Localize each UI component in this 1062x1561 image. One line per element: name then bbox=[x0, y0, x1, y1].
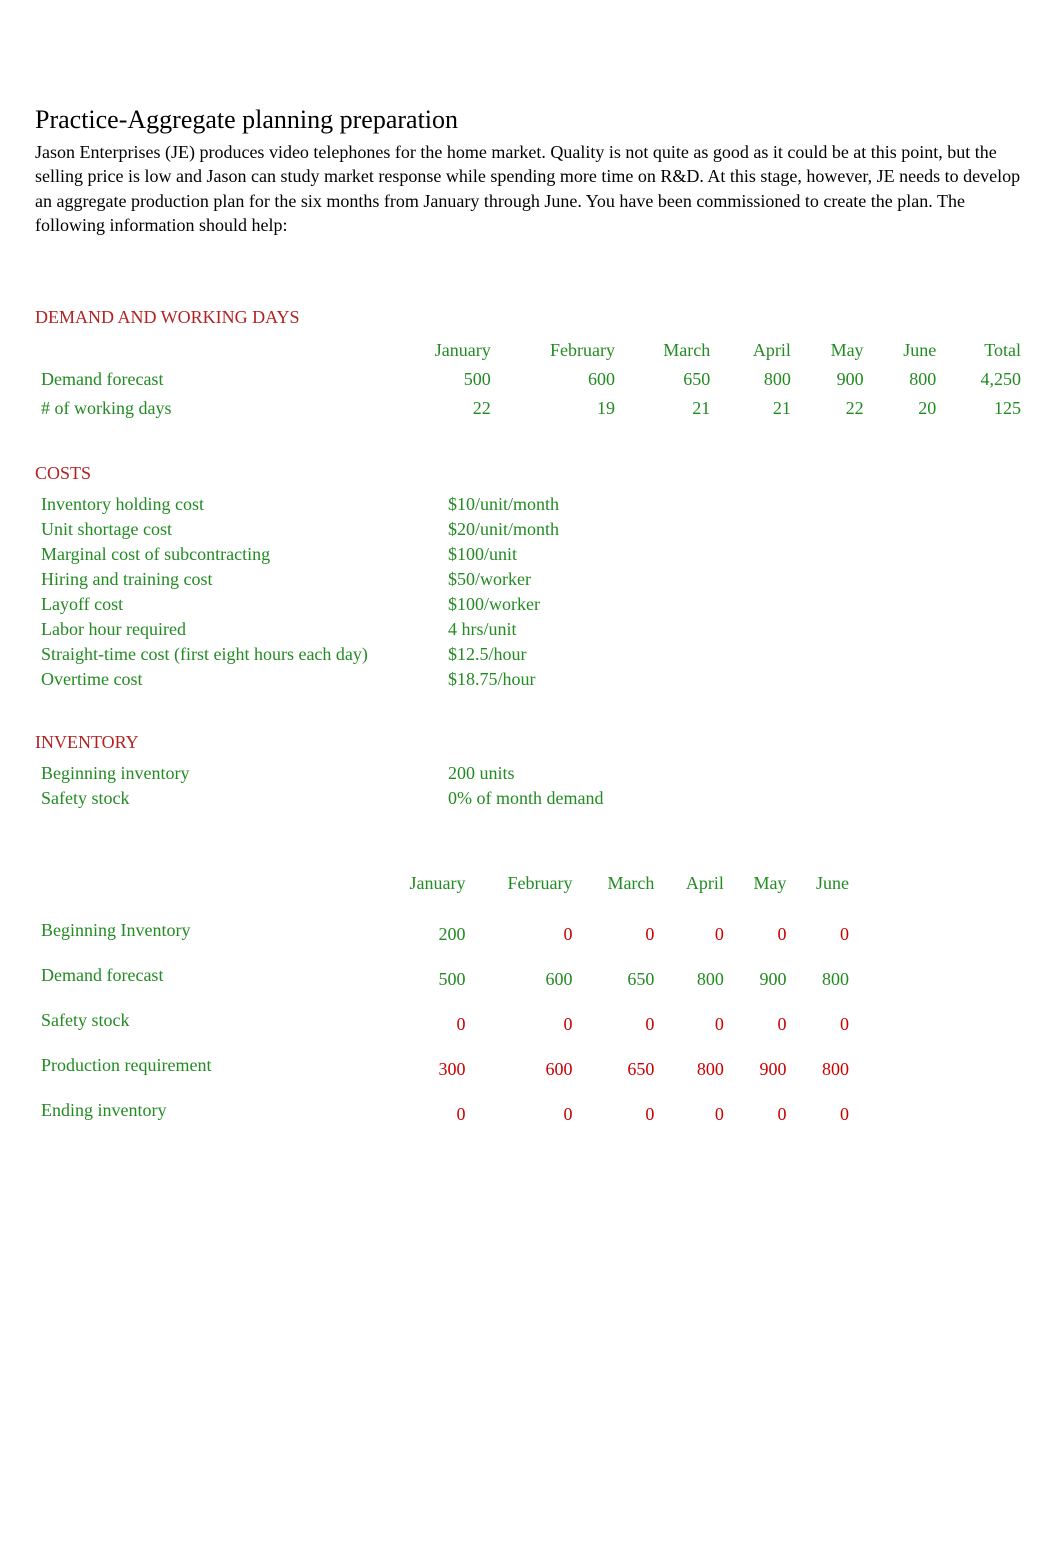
cost-label: Unit shortage cost bbox=[35, 517, 442, 542]
cell: 800 bbox=[870, 365, 943, 394]
cell: 900 bbox=[730, 957, 793, 1002]
cell: 800 bbox=[660, 1047, 729, 1092]
cell: 600 bbox=[471, 957, 578, 1002]
cell: 650 bbox=[578, 957, 660, 1002]
cell: 21 bbox=[716, 394, 797, 423]
cell: 650 bbox=[621, 365, 716, 394]
inventory-label: Safety stock bbox=[35, 786, 442, 811]
cell: 0 bbox=[730, 1092, 793, 1137]
col-april: April bbox=[660, 861, 729, 912]
cost-value: $50/worker bbox=[442, 567, 1027, 592]
cost-label: Inventory holding cost bbox=[35, 492, 442, 517]
costs-table: Inventory holding cost$10/unit/month Uni… bbox=[35, 492, 1027, 692]
inventory-value: 200 units bbox=[442, 761, 1027, 786]
cell: 800 bbox=[716, 365, 797, 394]
section-costs-header: COSTS bbox=[35, 463, 1027, 484]
cost-value: $20/unit/month bbox=[442, 517, 1027, 542]
cell: 0 bbox=[792, 1002, 855, 1047]
cell: 0 bbox=[660, 1092, 729, 1137]
col-june: June bbox=[792, 861, 855, 912]
cell: 0 bbox=[730, 912, 793, 957]
row-label: Ending inventory bbox=[35, 1092, 377, 1137]
cost-label: Marginal cost of subcontracting bbox=[35, 542, 442, 567]
row-label: Demand forecast bbox=[35, 365, 387, 394]
cell: 600 bbox=[497, 365, 621, 394]
cell: 0 bbox=[792, 912, 855, 957]
cell: 0 bbox=[578, 1092, 660, 1137]
cell: 0 bbox=[471, 912, 578, 957]
cost-label: Overtime cost bbox=[35, 667, 442, 692]
cost-label: Hiring and training cost bbox=[35, 567, 442, 592]
cost-value: $12.5/hour bbox=[442, 642, 1027, 667]
cell: 0 bbox=[578, 912, 660, 957]
col-february: February bbox=[497, 336, 621, 365]
cell: 20 bbox=[870, 394, 943, 423]
page-title: Practice-Aggregate planning preparation bbox=[35, 105, 1027, 135]
inventory-label: Beginning inventory bbox=[35, 761, 442, 786]
row-label: # of working days bbox=[35, 394, 387, 423]
cell: 900 bbox=[797, 365, 870, 394]
cell: 125 bbox=[942, 394, 1027, 423]
cost-value: $100/unit bbox=[442, 542, 1027, 567]
col-may: May bbox=[797, 336, 870, 365]
col-january: January bbox=[377, 861, 471, 912]
cell: 900 bbox=[730, 1047, 793, 1092]
cell: 0 bbox=[377, 1092, 471, 1137]
cell: 0 bbox=[730, 1002, 793, 1047]
row-label: Safety stock bbox=[35, 1002, 377, 1047]
cell: 4,250 bbox=[942, 365, 1027, 394]
cell: 300 bbox=[377, 1047, 471, 1092]
row-label: Beginning Inventory bbox=[35, 912, 377, 957]
cell: 19 bbox=[497, 394, 621, 423]
cell: 500 bbox=[387, 365, 497, 394]
cost-label: Labor hour required bbox=[35, 617, 442, 642]
cell: 21 bbox=[621, 394, 716, 423]
cost-value: $100/worker bbox=[442, 592, 1027, 617]
cell: 0 bbox=[660, 1002, 729, 1047]
intro-paragraph: Jason Enterprises (JE) produces video te… bbox=[35, 140, 1027, 237]
cell: 0 bbox=[660, 912, 729, 957]
cell: 600 bbox=[471, 1047, 578, 1092]
cost-value: $10/unit/month bbox=[442, 492, 1027, 517]
cost-value: 4 hrs/unit bbox=[442, 617, 1027, 642]
row-label: Demand forecast bbox=[35, 957, 377, 1002]
section-demand-header: DEMAND AND WORKING DAYS bbox=[35, 307, 1027, 328]
col-april: April bbox=[716, 336, 797, 365]
col-june: June bbox=[870, 336, 943, 365]
cell: 0 bbox=[792, 1092, 855, 1137]
cell: 200 bbox=[377, 912, 471, 957]
cell: 22 bbox=[797, 394, 870, 423]
cell: 0 bbox=[471, 1002, 578, 1047]
cell: 22 bbox=[387, 394, 497, 423]
cost-label: Layoff cost bbox=[35, 592, 442, 617]
cell: 800 bbox=[792, 957, 855, 1002]
cell: 500 bbox=[377, 957, 471, 1002]
inventory-table: Beginning inventory200 units Safety stoc… bbox=[35, 761, 1027, 811]
inventory-value: 0% of month demand bbox=[442, 786, 1027, 811]
cost-label: Straight-time cost (first eight hours ea… bbox=[35, 642, 442, 667]
row-label: Production requirement bbox=[35, 1047, 377, 1092]
col-may: May bbox=[730, 861, 793, 912]
cell: 0 bbox=[377, 1002, 471, 1047]
cell: 650 bbox=[578, 1047, 660, 1092]
demand-working-days-table: January February March April May June To… bbox=[35, 336, 1027, 423]
col-march: March bbox=[578, 861, 660, 912]
cell: 800 bbox=[792, 1047, 855, 1092]
col-march: March bbox=[621, 336, 716, 365]
cell: 800 bbox=[660, 957, 729, 1002]
cost-value: $18.75/hour bbox=[442, 667, 1027, 692]
col-total: Total bbox=[942, 336, 1027, 365]
plan-table: January February March April May June Be… bbox=[35, 861, 855, 1137]
col-february: February bbox=[471, 861, 578, 912]
section-inventory-header: INVENTORY bbox=[35, 732, 1027, 753]
cell: 0 bbox=[471, 1092, 578, 1137]
cell: 0 bbox=[578, 1002, 660, 1047]
col-january: January bbox=[387, 336, 497, 365]
